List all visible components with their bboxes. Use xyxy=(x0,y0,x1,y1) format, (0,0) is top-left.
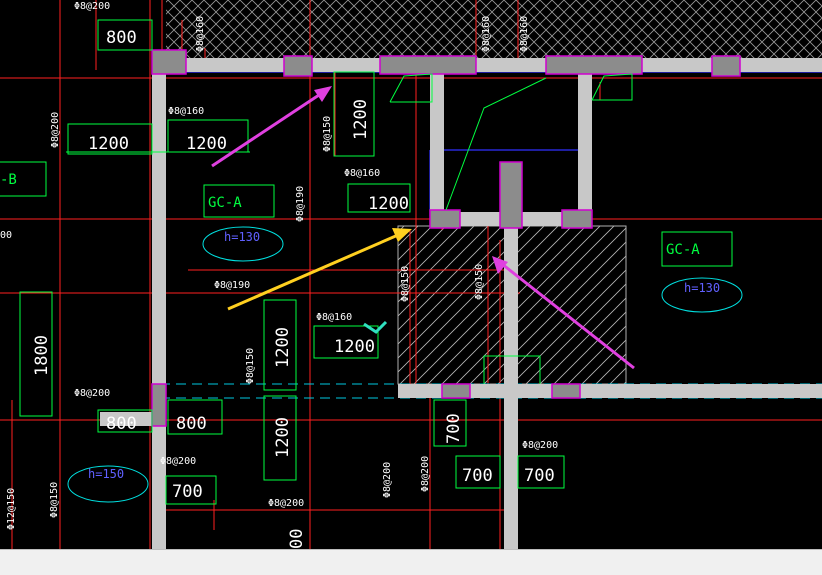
dimension-label: 1200 xyxy=(351,99,371,140)
crosshatch-region-top xyxy=(166,0,822,58)
gc-a-label-left: GC-A xyxy=(208,195,242,211)
dimension-label: 1200 xyxy=(88,134,129,154)
rebar-label: Φ8@200 xyxy=(160,456,196,467)
rebar-label: Φ8@150 xyxy=(400,266,411,302)
rebar-label: Φ8@190 xyxy=(214,280,250,291)
dimension-label: 700 xyxy=(172,482,203,502)
rebar-label: Φ8@200 xyxy=(50,112,61,148)
rebar-label: Φ8@200 xyxy=(420,456,431,492)
dimension-label: 1200 xyxy=(273,327,293,368)
rebar-label: Φ8@160 xyxy=(481,16,492,52)
rebar-label: Φ8@200 xyxy=(522,440,558,451)
dimension-label: 1200 xyxy=(368,194,409,214)
opening-outline xyxy=(166,71,822,216)
left-edge-label: 00 xyxy=(0,230,12,241)
rebar-label: Φ8@190 xyxy=(295,186,306,222)
dimension-label: 1200 xyxy=(334,337,375,357)
dimension-label: 1200 xyxy=(186,134,227,154)
h-label-bottom: h=150 xyxy=(88,467,124,481)
magenta-arrow-upper xyxy=(211,86,332,168)
rebar-label: Φ8@200 xyxy=(268,498,304,509)
dimension-label: 700 xyxy=(524,466,555,486)
rebar-label: Φ8@200 xyxy=(74,388,110,399)
rebar-label: Φ8@160 xyxy=(168,106,204,117)
dimension-label: 1800 xyxy=(32,335,52,376)
dimension-label: 1200 xyxy=(273,417,293,458)
h-label-right: h=130 xyxy=(684,281,720,295)
gc-a-label-right: GC-A xyxy=(666,242,700,258)
rebar-label: Φ8@150 xyxy=(49,482,60,518)
cad-drawing-canvas[interactable]: Φ8@200 Φ8@160 Φ8@160 Φ8@160 Φ8@200 Φ8@16… xyxy=(0,0,822,574)
dimension-label: 800 xyxy=(106,414,137,434)
dimension-label: 700 xyxy=(462,466,493,486)
rebar-label: Φ8@160 xyxy=(195,16,206,52)
status-bar xyxy=(0,549,822,575)
dimension-label: 00 xyxy=(287,529,307,549)
h-label-left: h=130 xyxy=(224,230,260,244)
rebar-label: Φ12@150 xyxy=(6,488,17,530)
b-label-left: -B xyxy=(0,172,17,188)
rebar-label: Φ8@150 xyxy=(245,348,256,384)
rebar-label: Φ8@150 xyxy=(474,264,485,300)
rebar-label: Φ8@160 xyxy=(316,312,352,323)
rebar-label: Φ8@160 xyxy=(519,16,530,52)
rebar-label: Φ8@200 xyxy=(382,462,393,498)
dimension-label: 800 xyxy=(176,414,207,434)
dimension-label: 700 xyxy=(444,413,464,444)
rebar-label: Φ8@150 xyxy=(322,116,333,152)
rebar-label: Φ8@160 xyxy=(344,168,380,179)
check-mark-icon xyxy=(363,320,388,334)
rebar-label: Φ8@200 xyxy=(74,1,110,12)
dimension-label: 800 xyxy=(106,28,137,48)
